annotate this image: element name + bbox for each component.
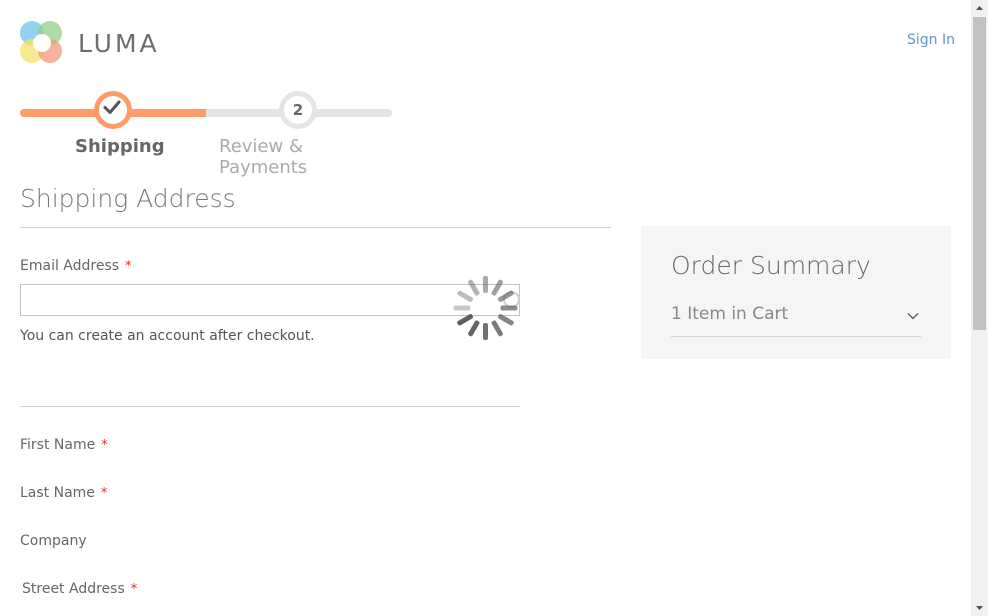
spinner-bar xyxy=(456,289,474,303)
scrollbar-thumb[interactable] xyxy=(973,17,986,330)
email-field[interactable] xyxy=(20,284,520,316)
spinner-bar xyxy=(483,276,488,293)
spinner-bar xyxy=(456,313,474,327)
required-marker: * xyxy=(130,582,138,597)
required-marker: * xyxy=(125,259,132,274)
step-shipping-label[interactable]: Shipping xyxy=(75,136,165,157)
spinner-bar xyxy=(467,319,481,337)
last-name-label: Last Name * xyxy=(20,485,108,501)
scroll-down-arrow-icon[interactable] xyxy=(971,599,988,616)
spinner-bar xyxy=(500,305,518,311)
step-shipping-marker[interactable] xyxy=(94,91,132,129)
check-icon xyxy=(103,100,121,114)
required-marker: * xyxy=(101,438,108,453)
email-section-divider xyxy=(20,406,520,407)
step-review-number: 2 xyxy=(284,96,312,124)
order-summary-title: Order Summary xyxy=(671,251,871,280)
cart-items-label: 1 Item in Cart xyxy=(671,304,789,324)
logo-text: LUMA xyxy=(78,28,160,58)
step-review-label: Review & Payments xyxy=(219,136,308,178)
order-summary-panel: Order Summary 1 Item in Cart xyxy=(641,226,951,359)
title-divider xyxy=(20,227,611,228)
spinner-bar xyxy=(467,279,481,297)
cart-items-toggle[interactable]: 1 Item in Cart xyxy=(671,304,921,337)
spinner-bar xyxy=(490,279,504,297)
step-review-marker: 2 xyxy=(279,91,317,129)
email-label: Email Address * xyxy=(20,258,132,274)
email-note: You can create an account after checkout… xyxy=(20,328,315,344)
spinner-bar xyxy=(453,305,471,311)
scroll-up-arrow-icon[interactable] xyxy=(971,0,988,17)
street-address-label: Street Address * xyxy=(22,581,138,597)
company-label: Company xyxy=(20,533,87,549)
spinner-bar xyxy=(497,289,515,303)
luma-logo[interactable]: LUMA xyxy=(20,21,160,65)
checkout-progress-bar: 2 Shipping Review & Payments xyxy=(20,90,392,178)
loading-spinner-icon xyxy=(452,274,520,342)
shipping-address-title: Shipping Address xyxy=(20,184,236,213)
page-scrollbar[interactable] xyxy=(971,0,988,616)
required-marker: * xyxy=(100,486,108,501)
spinner-bar xyxy=(497,313,515,327)
spinner-bar xyxy=(483,323,488,340)
luma-logo-icon xyxy=(20,21,64,65)
chevron-down-icon xyxy=(907,312,919,320)
first-name-label: First Name * xyxy=(20,437,108,453)
spinner-bar xyxy=(490,319,504,337)
sign-in-link[interactable]: Sign In xyxy=(907,32,955,48)
